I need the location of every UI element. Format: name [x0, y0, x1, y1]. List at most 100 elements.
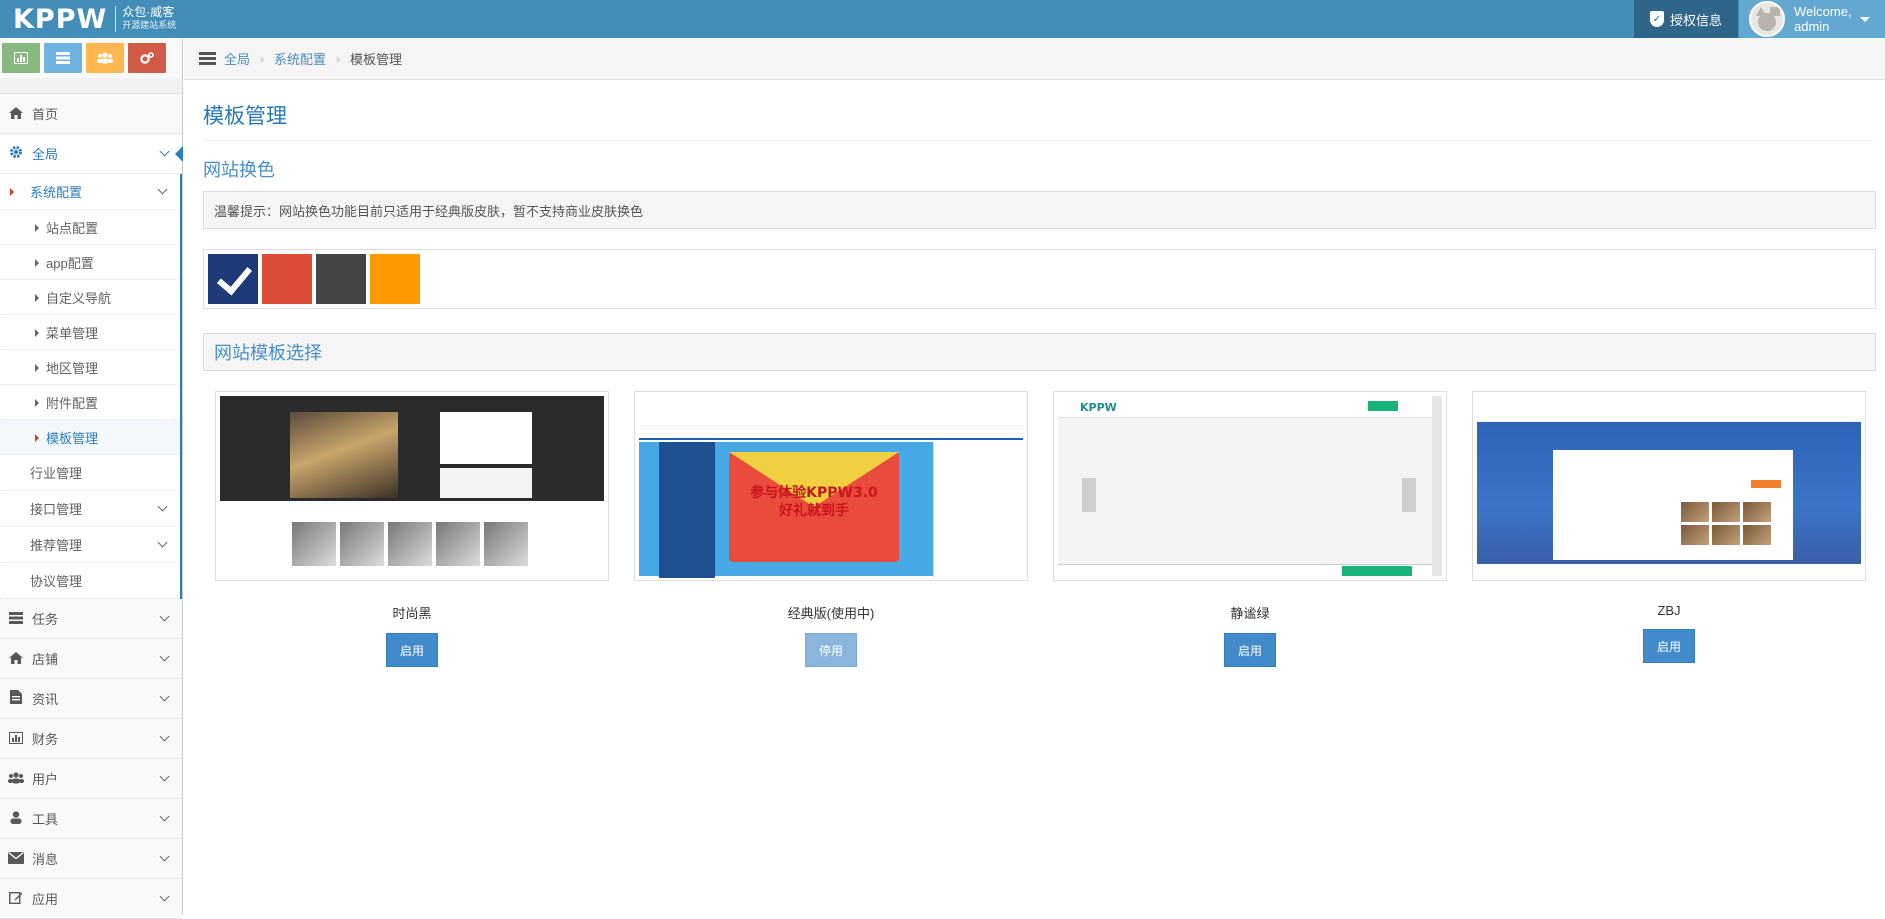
- template-thumbnail[interactable]: [215, 391, 609, 581]
- sidebar-item-protocol[interactable]: 协议管理: [0, 563, 180, 599]
- caret-right-icon: [35, 399, 39, 407]
- sidebar-item-label: 自定义导航: [46, 290, 112, 306]
- sidebar-item-label: 财务: [32, 732, 59, 747]
- chevron-down-icon: [159, 691, 170, 702]
- sidebar-item-shop[interactable]: 店铺: [0, 639, 182, 679]
- user-menu[interactable]: Welcome, admin: [1739, 0, 1885, 38]
- sidebar-item-label: 店铺: [32, 652, 59, 667]
- logo-subtitle: 众包·威客 开源建站系统: [115, 6, 176, 32]
- user-icon: [0, 810, 32, 827]
- bar-chart-icon: [0, 731, 32, 747]
- chevron-down-icon: [159, 146, 170, 157]
- breadcrumb-current: 模板管理: [350, 52, 403, 67]
- color-section-title: 网站换色: [203, 160, 275, 180]
- sidebar-item-recommend[interactable]: 推荐管理: [0, 527, 180, 563]
- auth-info-button[interactable]: ✓ 授权信息: [1634, 0, 1738, 38]
- sidebar-item-template-manage[interactable]: 模板管理: [0, 420, 180, 455]
- users-icon[interactable]: [86, 43, 124, 73]
- sidebar-item-label: 应用: [32, 892, 59, 907]
- sidebar-item-system-config[interactable]: 系统配置: [0, 174, 180, 210]
- sidebar-item-message[interactable]: 消息: [0, 839, 182, 879]
- sidebar-item-label: 任务: [32, 612, 59, 627]
- avatar: [1749, 1, 1785, 37]
- chart-icon[interactable]: [2, 43, 40, 73]
- sidebar-item-global[interactable]: 全局: [0, 134, 183, 174]
- template-thumbnail[interactable]: [1472, 391, 1866, 581]
- sidebar-item-interface[interactable]: 接口管理: [0, 491, 180, 527]
- welcome-greeting: Welcome,: [1794, 4, 1852, 19]
- color-swatch-red[interactable]: [262, 254, 312, 304]
- template-section-title: 网站模板选择: [203, 333, 1876, 371]
- page-title: 模板管理: [203, 100, 1876, 141]
- edit-icon: [0, 890, 32, 907]
- logo-text: KPPW: [13, 3, 108, 35]
- caret-right-icon: [35, 294, 39, 302]
- template-list: 时尚黑 启用 参与体验KPPW3.0 好礼就到手 经典版(使用中) 停用 KPP…: [203, 391, 1876, 667]
- sidebar-item-app-config[interactable]: app配置: [0, 245, 180, 280]
- template-name: 时尚黑: [392, 606, 432, 621]
- cogs-icon[interactable]: [128, 43, 166, 73]
- brand-logo[interactable]: KPPW 众包·威客 开源建站系统: [13, 2, 176, 36]
- sidebar-item-user[interactable]: 用户: [0, 759, 182, 799]
- sidebar-item-apps[interactable]: 应用: [0, 879, 182, 919]
- logo-line2: 开源建站系统: [122, 20, 177, 30]
- tasks-icon: [0, 611, 32, 627]
- sidebar-item-label: app配置: [46, 255, 94, 271]
- sidebar-item-label: 协议管理: [30, 574, 83, 589]
- sidebar-item-finance[interactable]: 财务: [0, 719, 182, 759]
- sidebar-shortcuts: [0, 38, 182, 78]
- disable-button[interactable]: 停用: [805, 633, 857, 667]
- sidebar-item-label: 菜单管理: [46, 325, 99, 341]
- breadcrumb-home[interactable]: 全局: [224, 49, 250, 68]
- template-thumbnail[interactable]: KPPW: [1053, 391, 1447, 581]
- enable-button[interactable]: 启用: [1643, 629, 1695, 663]
- sidebar-submenu-global: 系统配置 站点配置 app配置 自定义导航 菜单管理 地区管理 附件配置 模板管…: [0, 174, 182, 599]
- chevron-down-icon: [157, 501, 168, 512]
- color-swatch-orange[interactable]: [370, 254, 420, 304]
- chevron-down-icon: [159, 891, 170, 902]
- chevron-down-icon: [159, 611, 170, 622]
- sidebar-item-site-config[interactable]: 站点配置: [0, 210, 180, 245]
- home-menu-icon: [199, 52, 216, 65]
- chevron-down-icon: [159, 731, 170, 742]
- enable-button[interactable]: 启用: [1224, 633, 1276, 667]
- top-navbar: KPPW 众包·威客 开源建站系统 ✓ 授权信息 Welcome, admin: [0, 0, 1885, 38]
- sidebar-item-label: 接口管理: [30, 502, 83, 517]
- thumbnail-serene-green: KPPW: [1058, 396, 1442, 576]
- sidebar-item-label: 附件配置: [46, 395, 99, 411]
- sidebar-item-label: 全局: [32, 147, 59, 162]
- color-swatch-navy[interactable]: [208, 254, 258, 304]
- sidebar-item-tools[interactable]: 工具: [0, 799, 182, 839]
- caret-down-icon: [1859, 16, 1870, 22]
- sidebar-item-custom-nav[interactable]: 自定义导航: [0, 280, 180, 315]
- breadcrumb-parent[interactable]: 系统配置: [274, 49, 326, 68]
- sidebar-item-region-manage[interactable]: 地区管理: [0, 350, 180, 385]
- caret-right-icon: [35, 364, 39, 372]
- sidebar-item-label: 首页: [32, 107, 59, 122]
- gear-icon: [0, 145, 32, 162]
- breadcrumb-separator-icon: ›: [336, 51, 341, 66]
- sidebar-item-label: 资讯: [32, 692, 59, 707]
- sidebar-item-label: 模板管理: [46, 430, 99, 446]
- sidebar-item-label: 工具: [32, 812, 59, 827]
- chevron-down-icon: [157, 537, 168, 548]
- sidebar-item-industry[interactable]: 行业管理: [0, 455, 180, 491]
- chevron-down-icon: [159, 651, 170, 662]
- navbar-right: ✓ 授权信息 Welcome, admin: [1634, 0, 1885, 38]
- caret-right-icon: [35, 434, 39, 442]
- shop-icon: [0, 651, 32, 667]
- sidebar-item-menu-manage[interactable]: 菜单管理: [0, 315, 180, 350]
- logo-line1: 众包·威客: [122, 5, 175, 19]
- chevron-down-icon: [157, 184, 168, 195]
- template-thumbnail[interactable]: 参与体验KPPW3.0 好礼就到手: [634, 391, 1028, 581]
- color-swatch-dark-gray[interactable]: [316, 254, 366, 304]
- template-name: 经典版(使用中): [787, 606, 875, 621]
- sidebar-item-home[interactable]: 首页: [0, 94, 182, 134]
- enable-button[interactable]: 启用: [386, 633, 438, 667]
- list-icon[interactable]: [44, 43, 82, 73]
- username: admin: [1794, 19, 1830, 34]
- sidebar-item-news[interactable]: 资讯: [0, 679, 182, 719]
- breadcrumb: 全局 › 系统配置 › 模板管理: [184, 38, 1885, 80]
- sidebar-item-attachment-config[interactable]: 附件配置: [0, 385, 180, 420]
- sidebar-item-task[interactable]: 任务: [0, 599, 182, 639]
